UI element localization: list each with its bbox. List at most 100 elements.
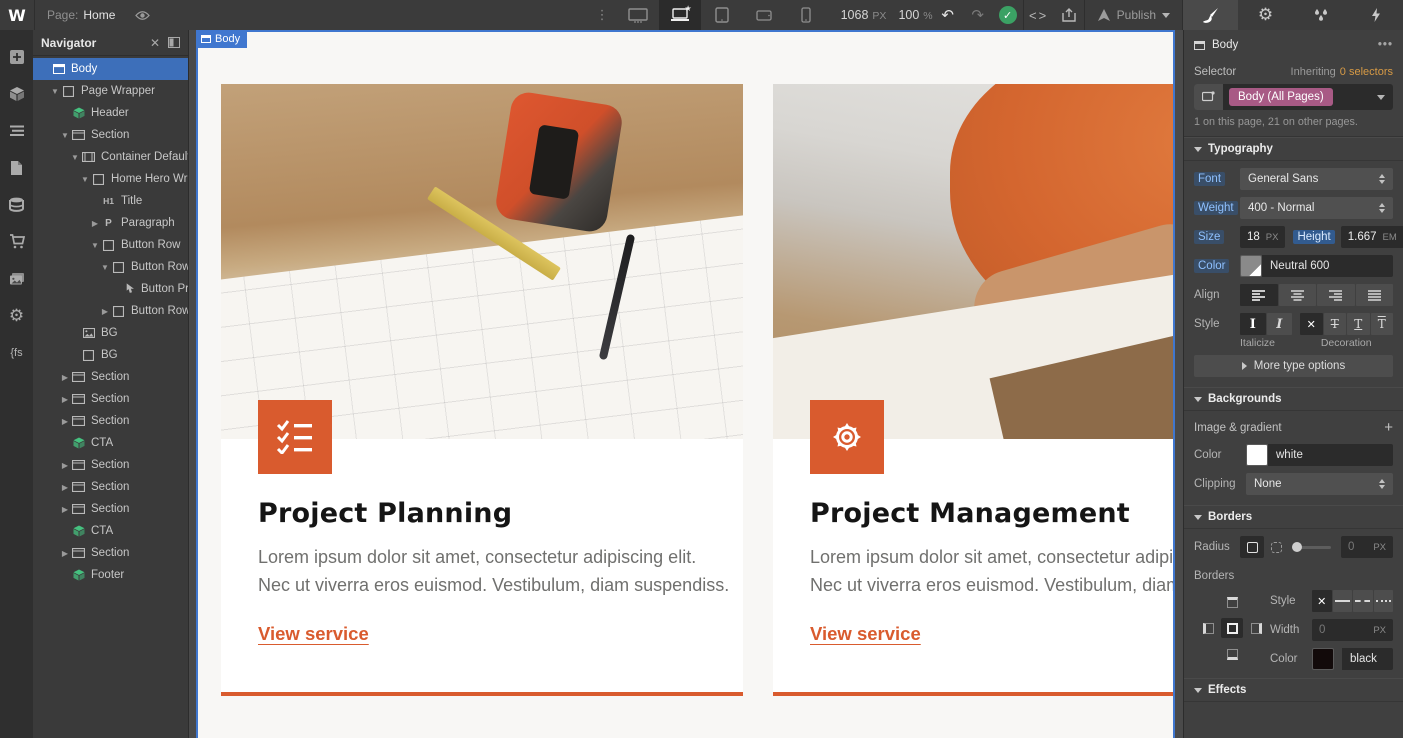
export-code-icon[interactable]: <>	[1024, 0, 1054, 30]
webflow-logo-icon[interactable]: W	[0, 0, 34, 30]
apps-icon[interactable]: {fs	[0, 334, 33, 371]
navigator-item-button-row-last[interactable]: ▶Button Row Last	[33, 300, 188, 322]
weight-select[interactable]: 400 - Normal	[1240, 197, 1393, 219]
decoration-none-icon[interactable]: ✕	[1300, 313, 1323, 335]
expand-arrow-icon[interactable]: ▶	[59, 373, 71, 382]
navigator-item-header[interactable]: Header	[33, 102, 188, 124]
navigator-item-section[interactable]: ▶Section	[33, 454, 188, 476]
settings-icon[interactable]: ⚙	[0, 297, 33, 334]
navigator-item-button-row[interactable]: ▼Button Row	[33, 234, 188, 256]
section-effects[interactable]: Effects	[1184, 678, 1403, 702]
clipping-select[interactable]: None	[1246, 473, 1393, 495]
weight-label[interactable]: Weight	[1194, 201, 1238, 215]
navigator-dock-icon[interactable]	[168, 37, 180, 48]
expand-arrow-icon[interactable]: ▶	[89, 219, 101, 228]
italic-on-icon[interactable]: I	[1267, 313, 1293, 335]
tab-style-manager-drops-icon[interactable]	[1293, 0, 1348, 30]
radius-all-icon[interactable]	[1240, 536, 1264, 558]
pages-icon[interactable]	[0, 149, 33, 186]
collapse-arrow-icon[interactable]: ▼	[49, 87, 61, 96]
share-icon[interactable]	[1054, 0, 1084, 30]
size-input[interactable]: 18 PX	[1240, 226, 1285, 248]
selector-class-pill[interactable]: Body (All Pages)	[1229, 88, 1333, 106]
assets-icon[interactable]	[0, 260, 33, 297]
font-select[interactable]: General Sans	[1240, 168, 1393, 190]
border-all-icon[interactable]	[1221, 618, 1243, 638]
border-style-none-icon[interactable]: ✕	[1312, 590, 1332, 612]
cms-icon[interactable]	[0, 186, 33, 223]
breakpoint-laptop-icon[interactable]: ★	[659, 0, 701, 30]
breakpoint-tablet-icon[interactable]	[701, 0, 743, 30]
border-style-solid-icon[interactable]	[1333, 590, 1353, 612]
decoration-strikethrough-icon[interactable]: T	[1324, 313, 1347, 335]
navigator-item-bg[interactable]: BG	[33, 344, 188, 366]
preview-eye-icon[interactable]	[127, 0, 157, 30]
panel-menu-icon[interactable]: •••	[1378, 39, 1393, 51]
tab-interactions-bolt-icon[interactable]	[1348, 0, 1403, 30]
add-background-icon[interactable]: +	[1384, 419, 1393, 436]
navigator-item-cta[interactable]: CTA	[33, 520, 188, 542]
navigator-item-container-default[interactable]: ▼Container Default	[33, 146, 188, 168]
radius-slider-thumb[interactable]	[1292, 542, 1302, 552]
selector-input[interactable]: Body (All Pages)	[1194, 84, 1393, 110]
collapse-arrow-icon[interactable]: ▼	[59, 131, 71, 140]
breakpoint-mobile-landscape-icon[interactable]	[743, 0, 785, 30]
tab-style-brush-icon[interactable]	[1183, 0, 1238, 30]
service-card[interactable]: Project Planning Lorem ipsum dolor sit a…	[221, 84, 743, 696]
text-color-swatch[interactable]	[1240, 255, 1262, 277]
navigator-item-section[interactable]: ▼Section	[33, 124, 188, 146]
canvas-zoom-value[interactable]: 100	[898, 8, 919, 22]
collapse-arrow-icon[interactable]: ▼	[89, 241, 101, 250]
undo-icon[interactable]: ↶	[933, 0, 963, 30]
service-card[interactable]: Project Management Lorem ipsum dolor sit…	[773, 84, 1175, 696]
navigator-item-button-primary[interactable]: Button Primary	[33, 278, 188, 300]
border-style-dashed-icon[interactable]	[1353, 590, 1373, 612]
section-borders[interactable]: Borders	[1184, 505, 1403, 529]
expand-arrow-icon[interactable]: ▶	[99, 307, 111, 316]
radius-corners-icon[interactable]	[1264, 536, 1288, 558]
selected-element-badge[interactable]: Body	[196, 30, 247, 48]
breakpoint-mobile-portrait-icon[interactable]	[785, 0, 827, 30]
design-canvas[interactable]: Project Planning Lorem ipsum dolor sit a…	[189, 30, 1183, 738]
ecommerce-icon[interactable]	[0, 223, 33, 260]
text-color-label[interactable]: Color	[1194, 259, 1229, 273]
border-bottom-icon[interactable]	[1221, 644, 1243, 664]
navigator-item-section[interactable]: ▶Section	[33, 476, 188, 498]
navigator-item-footer[interactable]: Footer	[33, 564, 188, 586]
navigator-item-section[interactable]: ▶Section	[33, 388, 188, 410]
navigator-item-paragraph[interactable]: ▶PParagraph	[33, 212, 188, 234]
components-icon[interactable]	[0, 75, 33, 112]
italic-off-icon[interactable]: I	[1240, 313, 1266, 335]
navigator-item-section[interactable]: ▶Section	[33, 542, 188, 564]
border-color-swatch[interactable]	[1312, 648, 1334, 670]
border-left-icon[interactable]	[1197, 618, 1219, 638]
text-color-value[interactable]: Neutral 600	[1262, 255, 1393, 277]
font-label[interactable]: Font	[1194, 172, 1225, 186]
expand-arrow-icon[interactable]: ▶	[59, 505, 71, 514]
radius-input[interactable]: 0 PX	[1341, 536, 1393, 558]
page-switcher[interactable]: Page: Home	[35, 0, 127, 30]
inheriting-count[interactable]: 0 selectors	[1340, 66, 1393, 78]
navigator-close-icon[interactable]: ✕	[150, 36, 160, 50]
toolbar-overflow-icon[interactable]: ⋮	[588, 7, 617, 23]
decoration-overline-icon[interactable]: T	[1371, 313, 1394, 335]
navigator-item-section[interactable]: ▶Section	[33, 498, 188, 520]
collapse-arrow-icon[interactable]: ▼	[99, 263, 111, 272]
collapse-arrow-icon[interactable]: ▼	[69, 153, 81, 162]
bg-color-swatch[interactable]	[1246, 444, 1268, 466]
border-color-value[interactable]: black	[1342, 648, 1393, 670]
view-service-link[interactable]: View service	[810, 623, 921, 645]
navigator-item-bg[interactable]: BG	[33, 322, 188, 344]
align-justify-icon[interactable]	[1356, 284, 1394, 306]
bg-color-value[interactable]: white	[1268, 444, 1393, 466]
navigator-item-section[interactable]: ▶Section	[33, 366, 188, 388]
publish-button[interactable]: Publish	[1085, 0, 1182, 30]
height-input[interactable]: 1.667 EM	[1341, 226, 1403, 248]
selector-style-icon[interactable]	[1194, 84, 1224, 110]
tab-settings-gear-icon[interactable]: ⚙	[1238, 0, 1293, 30]
expand-arrow-icon[interactable]: ▶	[59, 395, 71, 404]
size-label[interactable]: Size	[1194, 230, 1224, 244]
navigator-icon[interactable]	[0, 112, 33, 149]
radius-slider[interactable]	[1292, 546, 1331, 549]
more-type-options-button[interactable]: More type options	[1194, 355, 1393, 377]
